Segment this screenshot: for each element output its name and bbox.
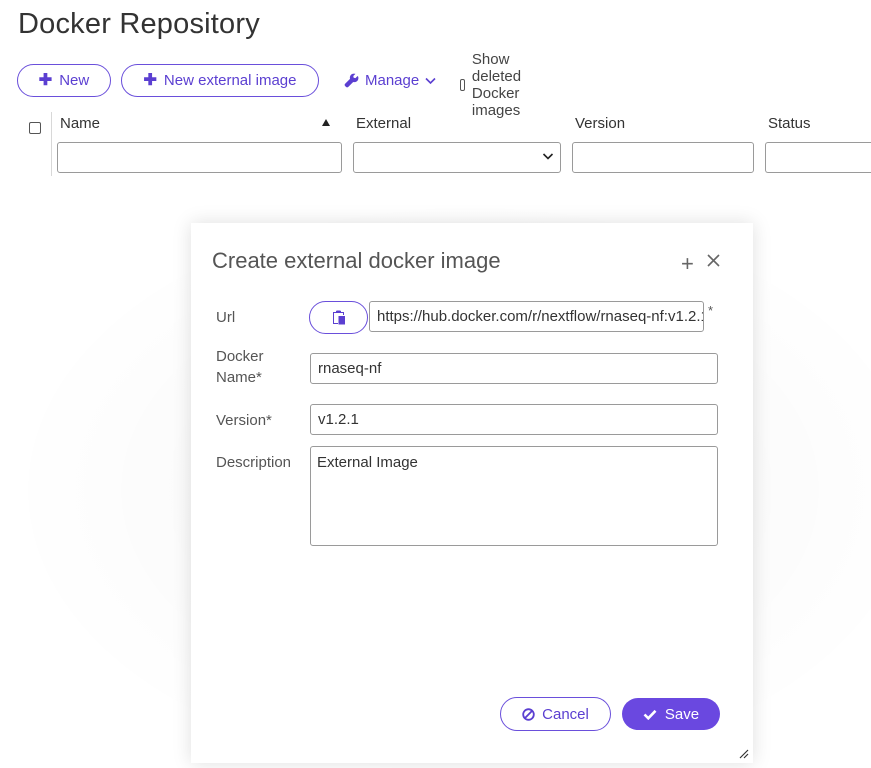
resize-handle-icon[interactable] [739, 749, 749, 759]
column-divider [51, 112, 52, 176]
new-external-image-label: New external image [163, 72, 297, 89]
new-button[interactable]: ✚ New [17, 64, 111, 97]
paste-url-button[interactable] [309, 301, 368, 334]
docker-name-input[interactable]: rnaseq-nf [310, 353, 718, 384]
cancel-label: Cancel [542, 705, 589, 723]
url-input[interactable]: https://hub.docker.com/r/nextflow/rnaseq… [369, 301, 704, 332]
docker-name-label-line1: Docker [216, 348, 264, 365]
name-filter-input[interactable] [57, 142, 342, 173]
external-filter-select[interactable] [353, 142, 561, 173]
paste-icon [332, 310, 345, 325]
dialog-title: Create external docker image [212, 248, 501, 273]
cancel-button[interactable]: Cancel [500, 697, 611, 731]
status-filter-input[interactable] [765, 142, 871, 173]
create-external-image-dialog: Create external docker image + Url https… [191, 223, 753, 763]
column-header-status[interactable]: Status [768, 115, 811, 132]
required-marker: * [708, 303, 714, 318]
column-header-version[interactable]: Version [575, 115, 625, 132]
maximize-icon[interactable]: + [681, 253, 694, 275]
version-input[interactable]: v1.2.1 [310, 404, 718, 435]
description-textarea[interactable]: External Image [310, 446, 718, 546]
check-icon [643, 709, 657, 720]
show-deleted-toggle[interactable]: Show deleted Docker images [460, 51, 528, 119]
plus-icon: ✚ [143, 71, 157, 89]
sort-ascending-icon[interactable] [322, 119, 330, 126]
new-button-label: New [59, 72, 90, 89]
manage-label: Manage [365, 72, 420, 89]
chevron-down-icon [425, 77, 436, 84]
manage-menu[interactable]: Manage [344, 64, 436, 97]
ban-icon [522, 707, 535, 721]
url-label: Url [216, 309, 236, 326]
version-label-text: Version [216, 412, 267, 429]
page-title: Docker Repository [18, 8, 260, 40]
chevron-down-icon [542, 153, 554, 160]
show-deleted-checkbox[interactable] [460, 78, 465, 91]
docker-name-label: Docker Name* [216, 346, 264, 388]
wrench-icon [344, 73, 359, 88]
version-label: Version* [216, 410, 272, 431]
version-filter-input[interactable] [572, 142, 754, 173]
required-marker: * [266, 412, 272, 429]
save-button[interactable]: Save [622, 698, 720, 730]
docker-name-label-line2: Name [216, 369, 257, 386]
new-external-image-button[interactable]: ✚ New external image [121, 64, 319, 97]
column-header-external[interactable]: External [356, 115, 411, 132]
plus-icon: ✚ [38, 71, 53, 89]
select-all-checkbox[interactable] [29, 122, 41, 134]
column-header-name[interactable]: Name [60, 115, 100, 132]
required-marker: * [256, 369, 262, 386]
close-icon[interactable] [706, 253, 721, 268]
description-label: Description [216, 454, 292, 471]
save-label: Save [664, 705, 700, 723]
